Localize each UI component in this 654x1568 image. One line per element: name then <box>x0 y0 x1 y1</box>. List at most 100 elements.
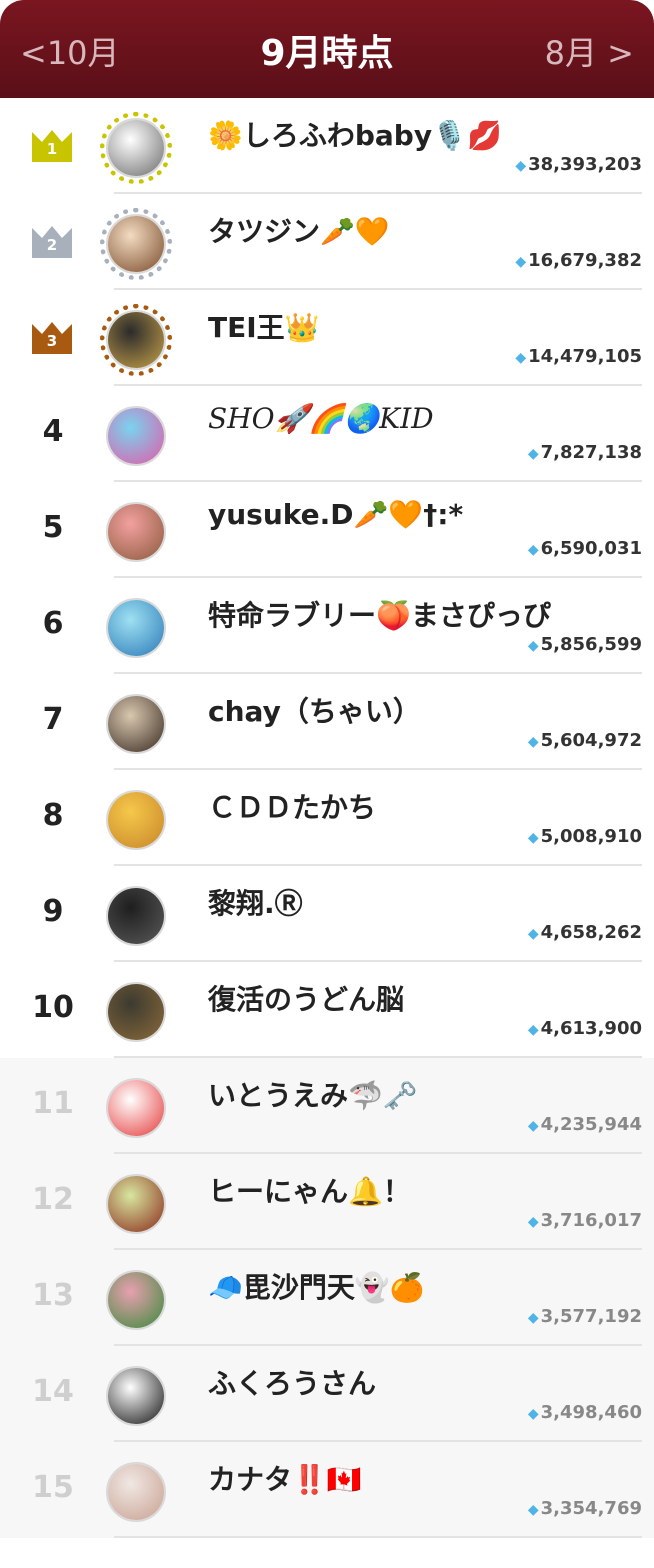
avatar-image <box>106 1174 166 1234</box>
diamond-icon: ◆ <box>527 446 539 462</box>
avatar[interactable] <box>100 496 172 568</box>
diamond-icon: ◆ <box>515 350 527 366</box>
score: ◆ 4,235,944 <box>528 1114 642 1135</box>
avatar-image <box>106 406 166 466</box>
ranking-row[interactable]: 11 いとうえみ🦈🗝️ ◆ 4,235,944 <box>0 1058 654 1154</box>
score: ◆ 6,590,031 <box>528 538 642 559</box>
ranking-row[interactable]: 13 🧢毘沙門天👻🍊 ◆ 3,577,192 <box>0 1250 654 1346</box>
avatar-image <box>106 1366 166 1426</box>
rank-number: 3 <box>46 332 58 350</box>
next-month-link[interactable]: 8月 > <box>545 28 634 74</box>
avatar-image <box>106 790 166 850</box>
avatar-image <box>106 118 166 178</box>
avatar-image <box>106 598 166 658</box>
score-value: 3,716,017 <box>540 1210 642 1231</box>
user-name: 特命ラブリー🍑まさぴっぴ <box>208 599 551 632</box>
avatar[interactable] <box>100 880 172 952</box>
score-value: 3,577,192 <box>540 1306 642 1327</box>
avatar[interactable] <box>100 592 172 664</box>
rank-number: 15 <box>32 1470 74 1505</box>
user-name: カナタ‼️🇨🇦 <box>208 1463 362 1496</box>
ranking-row[interactable]: 7 chay（ちゃい） ◆ 5,604,972 <box>0 674 654 770</box>
bronze-crown-icon: 3 <box>30 318 74 356</box>
rank-number: 5 <box>42 510 64 545</box>
score-value: 14,479,105 <box>528 346 642 367</box>
ranking-row[interactable]: 12 ヒーにゃん🔔！ ◆ 3,716,017 <box>0 1154 654 1250</box>
user-name: ふくろうさん <box>208 1367 377 1400</box>
ranking-row[interactable]: 15 カナタ‼️🇨🇦 ◆ 3,354,769 <box>0 1442 654 1538</box>
user-name: ヒーにゃん🔔！ <box>208 1175 411 1208</box>
score-value: 3,354,769 <box>540 1498 642 1519</box>
avatar[interactable] <box>100 1072 172 1144</box>
ranking-row[interactable]: 10 復活のうどん脳 ◆ 4,613,900 <box>0 962 654 1058</box>
ranking-row[interactable]: 3 TEI王👑 ◆ 14,479,105 <box>0 290 654 386</box>
rank-number: 4 <box>42 414 64 449</box>
rank-number: 6 <box>42 606 64 641</box>
score: ◆ 3,577,192 <box>528 1306 642 1327</box>
rank-number: 10 <box>32 990 74 1025</box>
avatar-image <box>106 886 166 946</box>
score: ◆ 5,604,972 <box>528 730 642 751</box>
ranking-row[interactable]: 8 ＣＤＤたかち ◆ 5,008,910 <box>0 770 654 866</box>
avatar-image <box>106 1078 166 1138</box>
rank-number: 8 <box>42 798 64 833</box>
avatar[interactable] <box>100 1264 172 1336</box>
avatar-image <box>106 694 166 754</box>
diamond-icon: ◆ <box>527 1406 539 1422</box>
diamond-icon: ◆ <box>515 254 527 270</box>
rank-number: 7 <box>42 702 64 737</box>
ranking-row[interactable]: 5 yusuke.D🥕🧡†:* ◆ 6,590,031 <box>0 482 654 578</box>
avatar-image <box>106 502 166 562</box>
ranking-row[interactable]: 14 ふくろうさん ◆ 3,498,460 <box>0 1346 654 1442</box>
score-value: 4,658,262 <box>540 922 642 943</box>
user-name: yusuke.D🥕🧡†:* <box>208 498 464 531</box>
user-name: chay（ちゃい） <box>208 695 421 728</box>
rank-number: 2 <box>46 236 58 254</box>
ranking-row[interactable]: 2 タツジン🥕🧡 ◆ 16,679,382 <box>0 194 654 290</box>
score-value: 4,235,944 <box>540 1114 642 1135</box>
score-value: 38,393,203 <box>528 154 642 175</box>
score-value: 7,827,138 <box>540 442 642 463</box>
score-value: 16,679,382 <box>528 250 642 271</box>
gold-crown-icon: 1 <box>30 126 74 164</box>
score: ◆ 16,679,382 <box>515 250 642 271</box>
avatar[interactable] <box>100 112 172 184</box>
avatar[interactable] <box>100 1360 172 1432</box>
avatar[interactable] <box>100 784 172 856</box>
user-name: 黎翔.Ⓡ <box>208 887 303 920</box>
rank-number: 9 <box>42 894 64 929</box>
user-name: SHO🚀🌈🌏KID <box>208 402 434 435</box>
avatar[interactable] <box>100 688 172 760</box>
score: ◆ 3,716,017 <box>528 1210 642 1231</box>
user-name: タツジン🥕🧡 <box>208 215 390 248</box>
avatar[interactable] <box>100 208 172 280</box>
ranking-row[interactable]: 6 特命ラブリー🍑まさぴっぴ ◆ 5,856,599 <box>0 578 654 674</box>
score: ◆ 5,856,599 <box>528 634 642 655</box>
score-value: 5,604,972 <box>540 730 642 751</box>
ranking-row[interactable]: 9 黎翔.Ⓡ ◆ 4,658,262 <box>0 866 654 962</box>
ranking-row[interactable]: 4 SHO🚀🌈🌏KID ◆ 7,827,138 <box>0 386 654 482</box>
ranking-list: 1 🌼しろふわbaby🎙️💋 ◆ 38,393,203 2 タツジン🥕🧡 ◆ 16,679,3… <box>0 98 654 1538</box>
score: ◆ 4,658,262 <box>528 922 642 943</box>
rank-number: 1 <box>46 140 58 158</box>
rank-number: 12 <box>32 1182 74 1217</box>
avatar[interactable] <box>100 976 172 1048</box>
avatar-image <box>106 214 166 274</box>
score: ◆ 4,613,900 <box>528 1018 642 1039</box>
avatar-image <box>106 982 166 1042</box>
score-value: 6,590,031 <box>540 538 642 559</box>
diamond-icon: ◆ <box>527 1214 539 1230</box>
diamond-icon: ◆ <box>527 1502 539 1518</box>
rank-number: 14 <box>32 1374 74 1409</box>
ranking-row[interactable]: 1 🌼しろふわbaby🎙️💋 ◆ 38,393,203 <box>0 98 654 194</box>
score: ◆ 14,479,105 <box>515 346 642 367</box>
avatar[interactable] <box>100 1168 172 1240</box>
avatar[interactable] <box>100 304 172 376</box>
score: ◆ 7,827,138 <box>528 442 642 463</box>
score: ◆ 5,008,910 <box>528 826 642 847</box>
avatar[interactable] <box>100 1456 172 1528</box>
silver-crown-icon: 2 <box>30 222 74 260</box>
score-value: 5,856,599 <box>540 634 642 655</box>
diamond-icon: ◆ <box>527 542 539 558</box>
avatar[interactable] <box>100 400 172 472</box>
